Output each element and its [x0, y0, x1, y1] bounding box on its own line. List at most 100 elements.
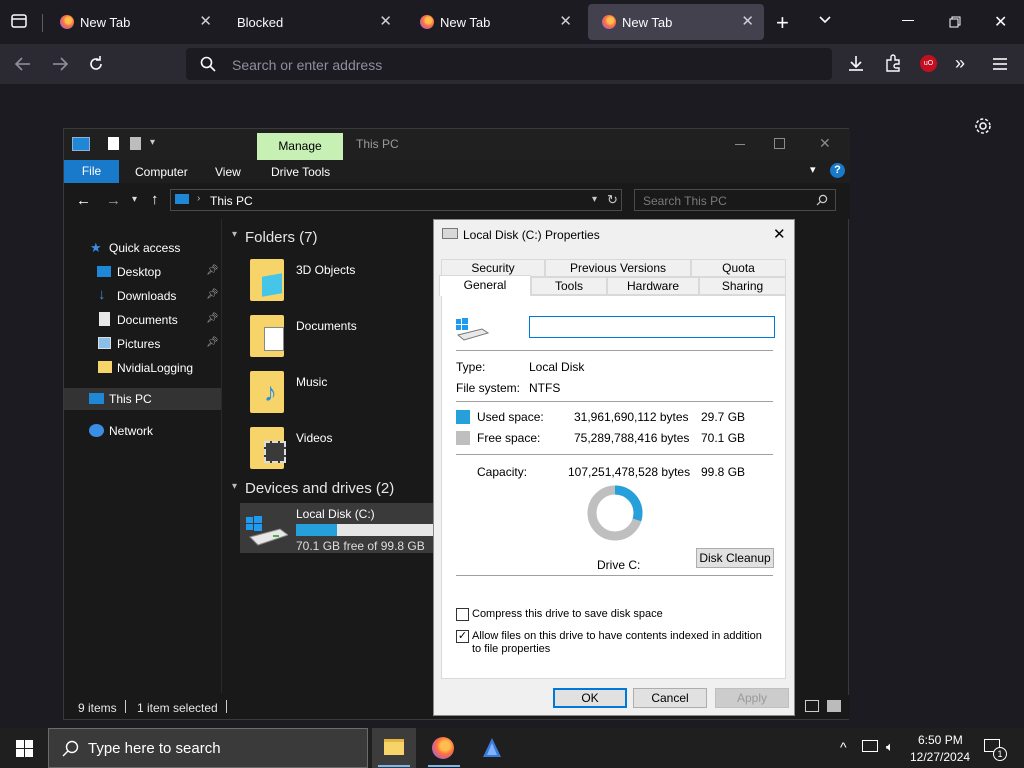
breadcrumb[interactable]: This PC: [210, 194, 253, 208]
music-note-icon: ♪: [264, 377, 277, 407]
browser-tab-active[interactable]: New Tab ✕: [588, 4, 764, 40]
details-view-icon[interactable]: [805, 700, 819, 712]
close-tab-icon[interactable]: ✕: [379, 12, 392, 30]
apply-button[interactable]: Apply: [715, 688, 789, 708]
sidebar-item-pictures[interactable]: Pictures 📌︎: [64, 333, 219, 355]
sidebar-item-this-pc[interactable]: This PC: [64, 388, 221, 410]
cancel-button[interactable]: Cancel: [633, 688, 707, 708]
ribbon-tab-drive-tools[interactable]: Drive Tools: [271, 165, 330, 179]
overflow-chevrons-icon[interactable]: »: [955, 53, 965, 74]
drive-icon: [442, 228, 458, 239]
ublock-origin-icon[interactable]: uO: [920, 55, 937, 72]
browser-tab[interactable]: New Tab ✕: [406, 4, 582, 40]
close-icon[interactable]: ✕: [773, 225, 786, 243]
close-tab-icon[interactable]: ✕: [741, 12, 754, 30]
expand-ribbon-chevron-icon[interactable]: ▾: [810, 163, 816, 176]
tab-overview-icon[interactable]: [10, 12, 28, 30]
document-icon: [99, 312, 110, 326]
new-folder-quick-icon[interactable]: [130, 137, 141, 150]
folder-item-videos[interactable]: Videos: [244, 425, 434, 473]
new-tab-icon[interactable]: +: [776, 10, 789, 36]
devices-group-header[interactable]: Devices and drives (2): [245, 480, 394, 497]
maximize-icon[interactable]: [949, 15, 961, 33]
up-arrow-icon[interactable]: ↑: [151, 191, 159, 208]
taskbar-search-box[interactable]: Type here to search: [48, 728, 368, 768]
tab-general[interactable]: General: [439, 275, 531, 296]
tab-hardware[interactable]: Hardware: [607, 277, 699, 295]
folder-item-documents[interactable]: Documents: [244, 313, 434, 361]
computer-icon: [89, 393, 104, 404]
tab-sharing[interactable]: Sharing: [699, 277, 786, 295]
explorer-search-box[interactable]: Search This PC: [634, 189, 836, 211]
tab-previous-versions[interactable]: Previous Versions: [545, 259, 691, 277]
back-arrow-icon[interactable]: [14, 55, 32, 78]
tab-tools[interactable]: Tools: [531, 277, 607, 295]
address-dropdown-icon[interactable]: ▾: [592, 194, 597, 205]
sidebar-item-desktop[interactable]: Desktop 📌︎: [64, 261, 219, 283]
type-label: Type:: [456, 360, 486, 374]
ribbon-tab-computer[interactable]: Computer: [135, 165, 188, 179]
ribbon-tab-view[interactable]: View: [215, 165, 241, 179]
folder-item-3d-objects[interactable]: 3D Objects: [244, 257, 434, 305]
sidebar-item-network[interactable]: Network: [64, 420, 219, 442]
folders-group-header[interactable]: Folders (7): [245, 229, 318, 246]
collapse-chevron-icon[interactable]: ▾: [232, 229, 237, 240]
network-status-icon[interactable]: [862, 740, 878, 752]
large-icons-view-icon[interactable]: [827, 700, 841, 712]
index-checkbox[interactable]: ✓: [456, 630, 469, 643]
ok-button[interactable]: OK: [553, 688, 627, 708]
tab-title: New Tab: [622, 15, 673, 30]
close-window-icon[interactable]: ✕: [994, 12, 1007, 32]
pin-icon[interactable]: 📌︎: [206, 337, 219, 348]
minimize-icon[interactable]: [902, 20, 914, 21]
sidebar-item-quick-access[interactable]: ★ Quick access: [64, 237, 219, 259]
refresh-icon[interactable]: ↻: [607, 192, 618, 208]
forward-arrow-icon[interactable]: →: [106, 192, 121, 209]
app-taskbar-icon[interactable]: [481, 737, 503, 764]
settings-gear-icon[interactable]: [974, 117, 992, 140]
pin-icon[interactable]: 📌︎: [206, 265, 219, 276]
quick-access-dropdown-icon[interactable]: ▾: [150, 137, 155, 148]
downloads-icon[interactable]: [847, 54, 865, 77]
windows-start-icon[interactable]: [16, 740, 33, 762]
compress-checkbox[interactable]: [456, 608, 469, 621]
reload-icon[interactable]: [87, 55, 105, 78]
clock-time[interactable]: 6:50 PM: [918, 733, 963, 747]
collapse-chevron-icon[interactable]: ▾: [232, 481, 237, 492]
close-tab-icon[interactable]: ✕: [199, 12, 212, 30]
manage-contextual-tab[interactable]: Manage: [257, 133, 343, 160]
search-icon: [816, 193, 828, 211]
pin-icon[interactable]: 📌︎: [206, 289, 219, 300]
drive-label-input[interactable]: [529, 316, 775, 338]
sidebar-item-downloads[interactable]: ↓ Downloads 📌︎: [64, 285, 219, 307]
browser-tab[interactable]: New Tab ✕: [46, 4, 222, 40]
clock-date[interactable]: 12/27/2024: [910, 750, 970, 764]
ribbon-tab-file[interactable]: File: [64, 160, 119, 183]
hamburger-menu-icon[interactable]: [992, 57, 1008, 76]
browser-tab[interactable]: Blocked ✕: [226, 4, 402, 40]
sidebar-item-documents[interactable]: Documents 📌︎: [64, 309, 219, 331]
help-icon[interactable]: ?: [830, 163, 845, 178]
close-icon[interactable]: ✕: [819, 135, 831, 152]
list-tabs-chevron-icon[interactable]: [817, 12, 833, 33]
explorer-address-bar[interactable]: › This PC ▾ ↻: [170, 189, 622, 211]
folder-item-music[interactable]: ♪ Music: [244, 369, 434, 417]
maximize-icon[interactable]: [774, 138, 785, 149]
show-hidden-icons-chevron-icon[interactable]: ^: [840, 739, 847, 755]
close-tab-icon[interactable]: ✕: [559, 12, 572, 30]
pin-icon[interactable]: 📌︎: [206, 313, 219, 324]
minimize-icon[interactable]: [735, 144, 745, 145]
firefox-taskbar-icon[interactable]: [432, 737, 454, 759]
drive-item-local-disk-c[interactable]: Local Disk (C:) 70.1 GB free of 99.8 GB: [240, 503, 434, 553]
forward-arrow-icon[interactable]: [51, 55, 69, 78]
sidebar-item-nvidialogging[interactable]: NvidiaLogging: [64, 357, 219, 379]
recent-locations-chevron-icon[interactable]: ▾: [132, 194, 137, 205]
volume-muted-icon[interactable]: 🔈︎: [886, 739, 894, 755]
disk-cleanup-button[interactable]: Disk Cleanup: [696, 548, 774, 568]
tab-quota[interactable]: Quota: [691, 259, 786, 277]
extensions-icon[interactable]: [884, 54, 902, 77]
back-arrow-icon[interactable]: ←: [76, 192, 91, 209]
file-explorer-taskbar-icon[interactable]: [372, 728, 416, 768]
address-bar[interactable]: Search or enter address: [186, 48, 832, 80]
properties-quick-icon[interactable]: [108, 137, 119, 150]
